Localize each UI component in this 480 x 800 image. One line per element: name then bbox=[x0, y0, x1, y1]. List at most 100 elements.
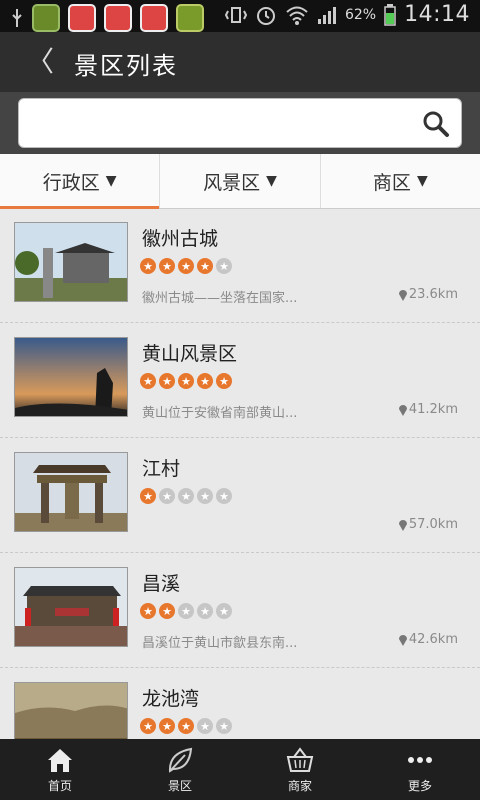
caret-down-icon: ▼ bbox=[105, 173, 117, 189]
signal-icon bbox=[317, 6, 336, 24]
star-icon: ★ bbox=[159, 488, 175, 504]
location-pin-icon bbox=[398, 519, 407, 531]
star-icon: ★ bbox=[216, 258, 232, 274]
tab-district[interactable]: 行政区 ▼ bbox=[0, 154, 161, 209]
thumbnail bbox=[14, 567, 128, 647]
star-icon: ★ bbox=[216, 488, 232, 504]
battery-icon bbox=[384, 3, 396, 26]
item-name: 龙池湾 bbox=[142, 688, 200, 710]
usb-icon bbox=[12, 9, 22, 27]
system-status: 62% 14:14 bbox=[224, 2, 470, 27]
filter-tabs: 行政区 ▼ 风景区 ▼ 商区 ▼ bbox=[0, 154, 480, 209]
list-item[interactable]: 昌溪 ★ ★ ★ ★ ★ 昌溪位于黄山市歙县东南... 42.6km bbox=[0, 553, 480, 668]
item-name: 黄山风景区 bbox=[142, 343, 238, 365]
app-notification-icon bbox=[68, 4, 96, 32]
thumbnail bbox=[14, 222, 128, 302]
star-icon: ★ bbox=[178, 488, 194, 504]
item-description: 昌溪位于黄山市歙县东南... bbox=[142, 636, 298, 651]
distance-value: 41.2km bbox=[408, 402, 458, 417]
search-icon[interactable] bbox=[421, 109, 451, 139]
star-icon: ★ bbox=[178, 258, 194, 274]
home-icon bbox=[48, 749, 72, 772]
search-bar bbox=[0, 92, 480, 154]
tab-label: 行政区 bbox=[42, 171, 100, 194]
vibrate-icon bbox=[224, 6, 247, 23]
thumbnail bbox=[14, 452, 128, 532]
alarm-icon bbox=[256, 6, 275, 25]
nav-scenic[interactable]: 景区 bbox=[120, 739, 240, 800]
tab-label: 商区 bbox=[372, 171, 411, 194]
star-icon: ★ bbox=[140, 258, 156, 274]
search-box bbox=[18, 98, 462, 148]
battery-percent: 62% bbox=[344, 6, 377, 23]
nav-more[interactable]: 更多 bbox=[360, 739, 480, 800]
star-icon: ★ bbox=[197, 488, 213, 504]
basket-icon bbox=[286, 747, 314, 772]
nav-merchants[interactable]: 商家 bbox=[240, 739, 360, 800]
distance-value: 57.0km bbox=[408, 517, 458, 532]
tab-business-district[interactable]: 商区 ▼ bbox=[321, 154, 480, 208]
location-pin-icon bbox=[398, 404, 407, 416]
star-icon: ★ bbox=[197, 258, 213, 274]
star-icon: ★ bbox=[159, 258, 175, 274]
list-item[interactable]: 黄山风景区 ★ ★ ★ ★ ★ 黄山位于安徽省南部黄山... 41.2km bbox=[0, 323, 480, 438]
leaf-icon bbox=[168, 747, 193, 773]
nav-label: 更多 bbox=[407, 779, 432, 793]
nav-label: 首页 bbox=[47, 779, 72, 793]
notification-icons bbox=[10, 4, 204, 32]
app-notification-icon bbox=[140, 4, 168, 32]
tab-label: 风景区 bbox=[203, 171, 261, 194]
star-icon: ★ bbox=[140, 373, 156, 389]
list-item[interactable]: 徽州古城 ★ ★ ★ ★ ★ 徽州古城——坐落在国家... 23.6km bbox=[0, 208, 480, 323]
star-icon: ★ bbox=[140, 488, 156, 504]
item-description: 徽州古城——坐落在国家... bbox=[142, 291, 298, 306]
app-notification-icon bbox=[32, 4, 60, 32]
star-icon: ★ bbox=[178, 718, 194, 734]
rating-stars: ★ ★ ★ ★ ★ bbox=[140, 373, 232, 389]
star-icon: ★ bbox=[140, 603, 156, 619]
more-icon bbox=[408, 757, 432, 763]
star-icon: ★ bbox=[197, 373, 213, 389]
caret-down-icon: ▼ bbox=[416, 173, 428, 189]
back-button[interactable]: 〈 bbox=[26, 42, 54, 82]
tab-scenic-area[interactable]: 风景区 ▼ bbox=[160, 154, 321, 208]
star-icon: ★ bbox=[159, 603, 175, 619]
star-icon: ★ bbox=[178, 373, 194, 389]
item-name: 昌溪 bbox=[142, 573, 181, 595]
star-icon: ★ bbox=[216, 373, 232, 389]
rating-stars: ★ ★ ★ ★ ★ bbox=[140, 258, 232, 274]
star-icon: ★ bbox=[197, 718, 213, 734]
distance-value: 42.6km bbox=[408, 632, 458, 647]
bottom-nav: 首页 景区 商家 更多 bbox=[0, 739, 480, 800]
scenic-list: 徽州古城 ★ ★ ★ ★ ★ 徽州古城——坐落在国家... 23.6km 黄山风景区 ★… bbox=[0, 208, 480, 783]
distance: 23.6km bbox=[398, 287, 458, 302]
app-notification-icon bbox=[104, 4, 132, 32]
status-bar: 62% 14:14 bbox=[0, 0, 480, 32]
star-icon: ★ bbox=[197, 603, 213, 619]
star-icon: ★ bbox=[159, 373, 175, 389]
distance-value: 23.6km bbox=[408, 287, 458, 302]
app-notification-icon bbox=[176, 4, 204, 32]
list-item[interactable]: 江村 ★ ★ ★ ★ ★ 57.0km bbox=[0, 438, 480, 553]
rating-stars: ★ ★ ★ ★ ★ bbox=[140, 718, 232, 734]
star-icon: ★ bbox=[216, 603, 232, 619]
nav-home[interactable]: 首页 bbox=[0, 739, 120, 800]
app-header: 〈 景区列表 bbox=[0, 32, 480, 92]
distance: 57.0km bbox=[398, 517, 458, 532]
rating-stars: ★ ★ ★ ★ ★ bbox=[140, 603, 232, 619]
star-icon: ★ bbox=[178, 603, 194, 619]
item-name: 徽州古城 bbox=[142, 228, 219, 250]
search-input[interactable] bbox=[29, 109, 423, 141]
page-title: 景区列表 bbox=[74, 52, 178, 80]
nav-label: 商家 bbox=[287, 779, 312, 793]
distance: 41.2km bbox=[398, 402, 458, 417]
location-pin-icon bbox=[398, 289, 407, 301]
star-icon: ★ bbox=[140, 718, 156, 734]
caret-down-icon: ▼ bbox=[266, 173, 277, 189]
nav-label: 景区 bbox=[167, 779, 192, 793]
clock: 14:14 bbox=[404, 2, 470, 27]
distance: 42.6km bbox=[398, 632, 458, 647]
wifi-icon bbox=[286, 6, 308, 25]
star-icon: ★ bbox=[159, 718, 175, 734]
thumbnail bbox=[14, 337, 128, 417]
